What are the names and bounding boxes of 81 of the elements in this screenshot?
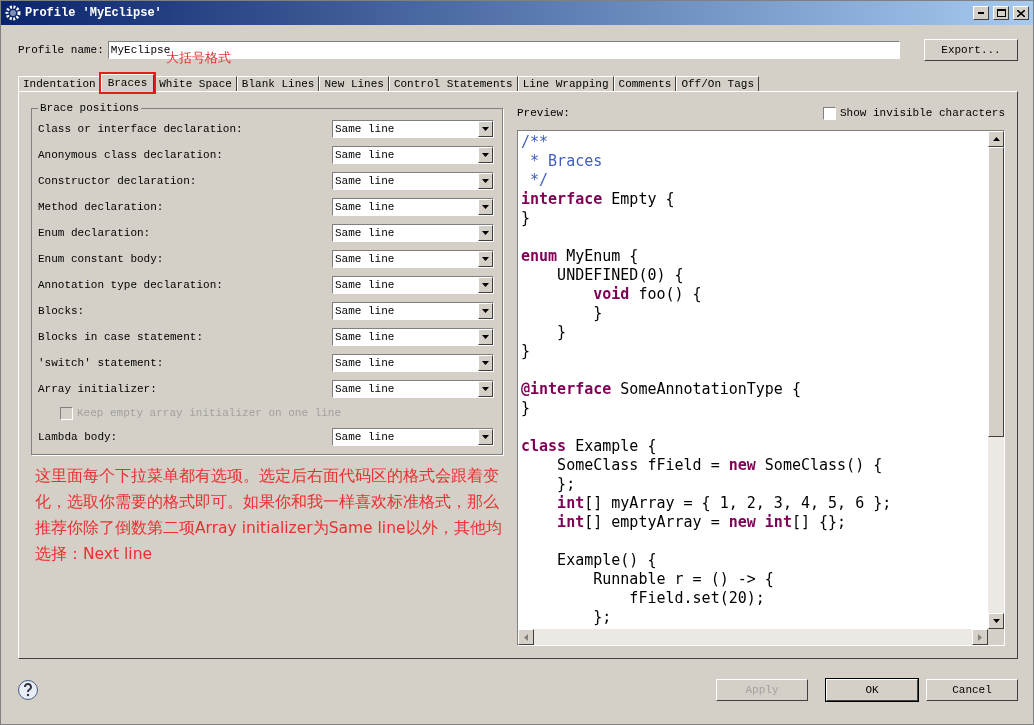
help-icon[interactable] <box>18 679 38 700</box>
tab[interactable]: Off/On Tags <box>676 76 759 91</box>
minimize-button[interactable] <box>973 6 989 20</box>
dropdown[interactable]: Same line <box>332 198 494 216</box>
dropdown[interactable]: Same line <box>332 380 494 398</box>
close-icon <box>1017 9 1025 17</box>
option-label: Blocks: <box>38 305 85 317</box>
group-title: Brace positions <box>39 102 141 114</box>
dialog-button[interactable]: Cancel <box>926 678 1018 701</box>
code-line: }; <box>592 608 612 626</box>
option-label: Anonymous class declaration: <box>38 149 223 161</box>
option-label: Array initializer: <box>38 383 157 395</box>
code-line: } <box>556 323 567 341</box>
dropdown[interactable]: Same line <box>332 224 494 242</box>
code-line: */ <box>529 171 549 189</box>
option-label: 'switch' statement: <box>38 357 164 369</box>
code-line: int[] emptyArray = new int[] {}; <box>556 513 847 531</box>
gear-icon <box>5 5 21 21</box>
code-line: UNDEFINED(0) { <box>556 266 684 284</box>
dialog-button[interactable]: OK <box>826 678 918 701</box>
dropdown[interactable]: Same line <box>332 250 494 268</box>
annotation-note: 这里面每个下拉菜单都有选项。选定后右面代码区的格式会跟着变化，选取你需要的格式即可。如果你和我一样喜欢标准格式，那么推荐你除了倒数第二项Array initializer为Same line以外，其他均选择：Next line <box>35 466 503 565</box>
minimize-icon <box>978 12 984 14</box>
code-line: } <box>592 304 603 322</box>
scrollbar-corner <box>988 629 1004 645</box>
code-line: }; <box>556 475 576 493</box>
tab[interactable]: Braces <box>100 74 155 92</box>
option-label: Method declaration: <box>38 201 164 213</box>
code-line: } <box>521 399 531 417</box>
code-line: } <box>521 342 531 360</box>
option-label: Blocks in case statement: <box>38 331 204 343</box>
vertical-scrollbar[interactable] <box>988 131 1004 629</box>
code-line: void foo() { <box>592 285 702 303</box>
tab[interactable]: Indentation <box>18 76 101 91</box>
maximize-icon <box>996 9 1006 17</box>
horizontal-scrollbar[interactable] <box>518 629 988 645</box>
profile-name-label: Profile name: <box>18 44 104 56</box>
export-button[interactable]: Export... <box>924 39 1018 61</box>
dropdown[interactable]: Same line <box>332 302 494 320</box>
dropdown[interactable]: Same line <box>332 354 494 372</box>
dropdown[interactable]: Same line <box>332 328 494 346</box>
option-label: Lambda body: <box>38 431 118 443</box>
window-title: Profile 'MyEclipse' <box>25 6 163 20</box>
code-line: * Braces <box>529 152 603 170</box>
scroll-up-icon[interactable] <box>988 131 1004 147</box>
code-line: Runnable r = () -> { <box>592 570 774 588</box>
tab[interactable]: Comments <box>613 76 677 91</box>
scroll-down-icon[interactable] <box>988 613 1004 629</box>
dropdown[interactable]: Same line <box>332 172 494 190</box>
checkbox[interactable] <box>822 106 836 120</box>
code-line: fField.set(20); <box>628 589 765 607</box>
code-line: class Example { <box>521 437 657 455</box>
option-label: Constructor declaration: <box>38 175 197 187</box>
code-line: Example() { <box>556 551 657 569</box>
option-label: Class or interface declaration: <box>38 123 243 135</box>
scroll-left-icon[interactable] <box>518 629 534 645</box>
option-label: Enum declaration: <box>38 227 151 239</box>
option-label: Annotation type declaration: <box>38 279 223 291</box>
scroll-thumb[interactable] <box>988 147 1004 437</box>
close-button[interactable] <box>1013 6 1029 20</box>
dropdown[interactable]: Same line <box>332 428 494 446</box>
dropdown[interactable]: Same line <box>332 146 494 164</box>
tab[interactable]: White Space <box>154 76 237 91</box>
tab[interactable]: Blank Lines <box>236 76 320 91</box>
code-line: int[] myArray = { 1, 2, 3, 4, 5, 6 }; <box>556 494 892 512</box>
dropdown[interactable]: Same line <box>332 276 494 294</box>
maximize-button[interactable] <box>993 6 1009 20</box>
code-line: /** <box>521 133 549 151</box>
code-line: SomeClass fField = new SomeClass() { <box>556 456 883 474</box>
option-label: Enum constant body: <box>38 253 164 265</box>
tab[interactable]: New Lines <box>319 76 389 91</box>
scroll-right-icon[interactable] <box>972 629 988 645</box>
code-line: } <box>521 209 531 227</box>
preview-label: Preview: <box>517 107 570 119</box>
code-line: @interface SomeAnnotationType { <box>521 380 801 398</box>
tab[interactable]: Control Statements <box>388 76 518 91</box>
code-line: enum MyEnum { <box>521 247 639 265</box>
tab[interactable]: Line Wrapping <box>517 76 614 91</box>
checkbox-label: Show invisible characters <box>839 107 1005 119</box>
dropdown[interactable]: Same line <box>332 120 494 138</box>
code-line: interface Empty { <box>521 190 675 208</box>
